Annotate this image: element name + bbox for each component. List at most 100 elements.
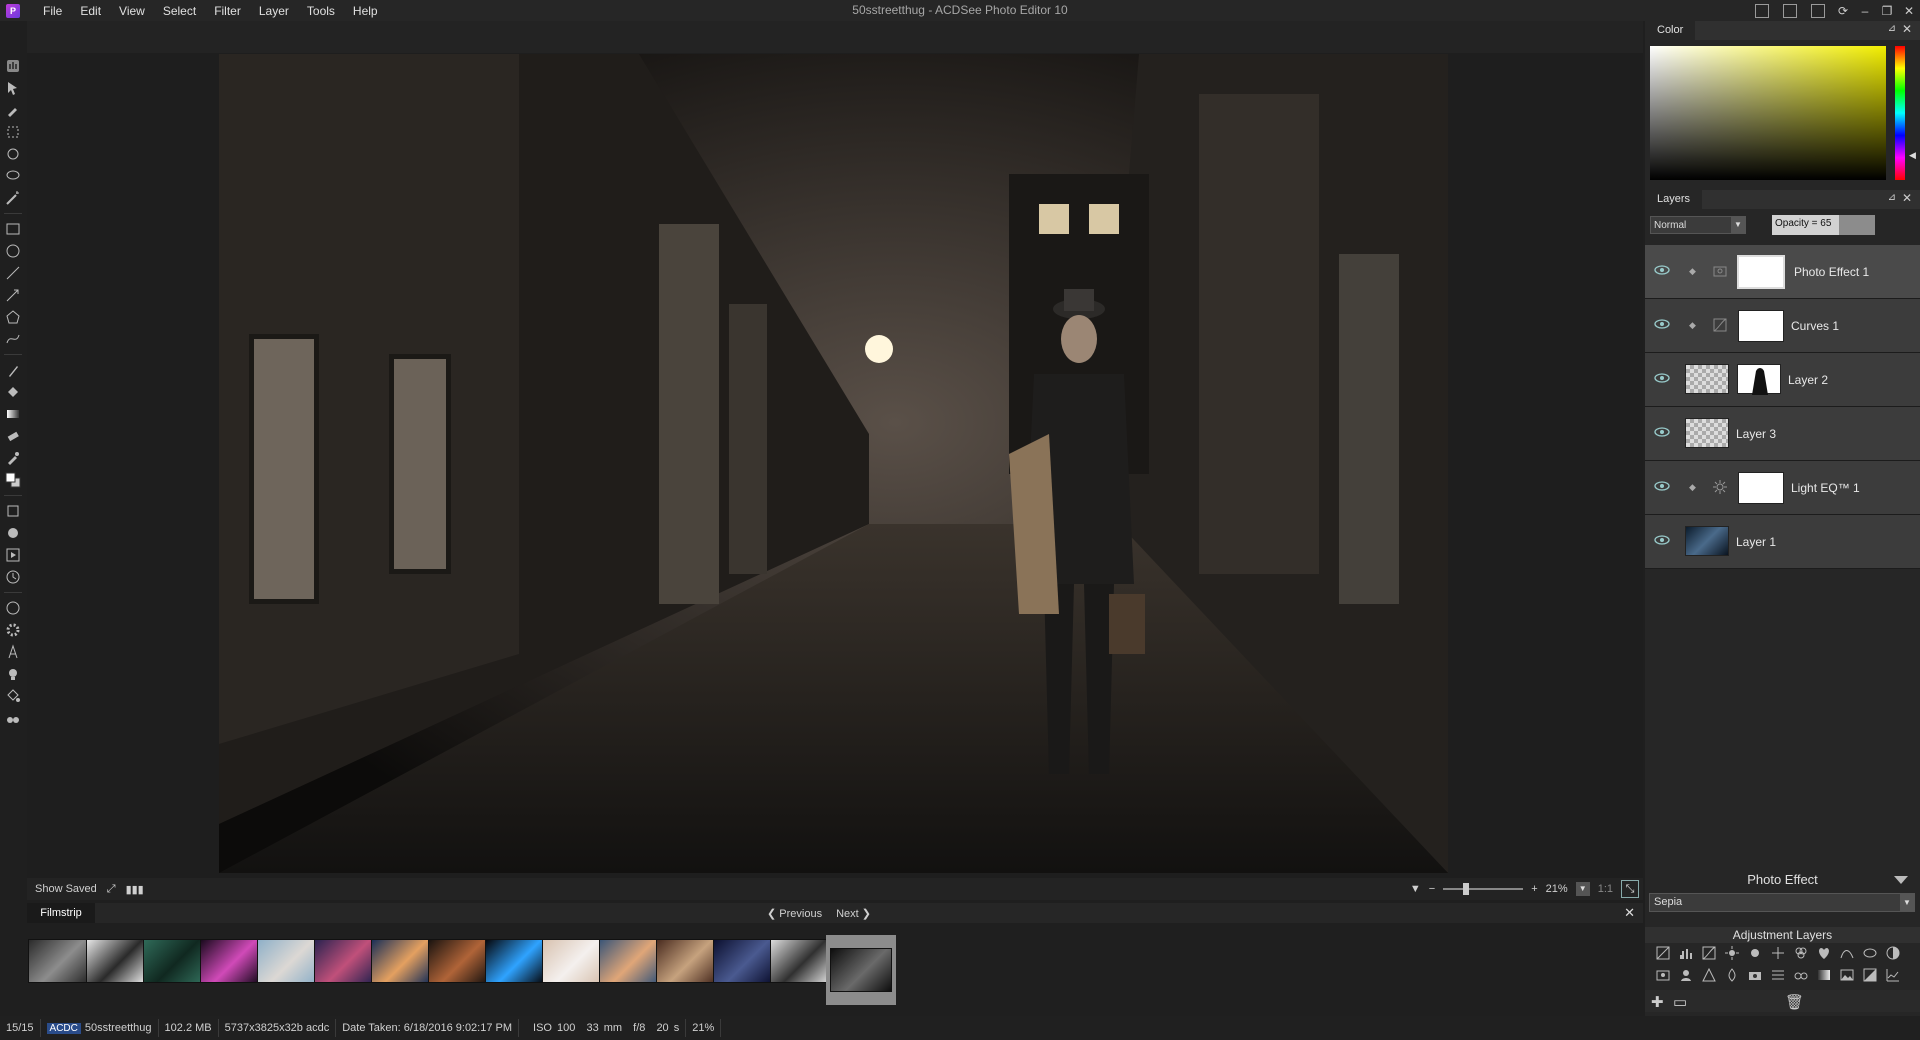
sharpen-icon[interactable] [1701,967,1717,983]
filmstrip-thumbnail[interactable] [826,935,896,1005]
skin-tune-icon[interactable] [1678,967,1694,983]
close-button[interactable]: ✕ [1898,0,1920,21]
link-icon[interactable]: ◆ [1689,320,1696,331]
hue-slider[interactable] [1895,46,1905,180]
visibility-eye-icon[interactable] [1654,372,1670,384]
lasso-tool-icon[interactable] [0,165,26,187]
bucket-tool-icon[interactable] [0,685,26,707]
transform-tool-icon[interactable] [0,121,26,143]
brightness-icon[interactable] [1747,945,1763,961]
delete-layer-icon[interactable]: 🗑 [1785,993,1804,1011]
rotate-tool-icon[interactable] [0,143,26,165]
clock-tool-icon[interactable] [0,566,26,588]
polygon-tool-icon[interactable] [0,306,26,328]
contrast-icon[interactable] [1885,945,1901,961]
camera-raw-icon[interactable] [1747,967,1763,983]
eraser-tool-icon[interactable] [0,425,26,447]
zoom-menu-icon[interactable]: ▼ [1410,883,1421,895]
filmstrip-thumbnail[interactable] [598,935,660,987]
histogram-icon[interactable]: ▮▮▮ [126,883,144,896]
levels-icon[interactable] [1655,945,1671,961]
zoom-slider[interactable] [1443,883,1524,895]
tone-curve-icon[interactable] [1839,945,1855,961]
zoom-out-icon[interactable]: − [1429,883,1435,895]
dehaze-icon[interactable] [1770,967,1786,983]
saturation-icon[interactable] [1724,967,1740,983]
close-icon[interactable]: ✕ [1902,191,1912,205]
text-tool-icon[interactable] [0,641,26,663]
filmstrip-thumbnail[interactable] [712,935,774,987]
photo-effect-adjust-icon[interactable] [1655,967,1671,983]
brush-tool-icon[interactable] [0,359,26,381]
link-icon[interactable]: ◆ [1689,482,1696,493]
brush-select-icon[interactable] [0,99,26,121]
photo-effect-select[interactable]: Sepia ▼ [1649,893,1915,912]
filmstrip-thumbnail[interactable] [313,935,375,987]
zoom-in-icon[interactable]: + [1531,883,1537,895]
repair-tool-icon[interactable] [0,500,26,522]
settings-gear-icon[interactable] [0,619,26,641]
layer-row[interactable]: Layer 1 [1645,515,1920,569]
layer-mask-thumbnail[interactable] [1738,310,1784,342]
visibility-eye-icon[interactable] [1654,480,1670,492]
blend-mode-select[interactable]: Normal ▼ [1650,216,1746,234]
layout-right-icon[interactable] [1811,3,1825,18]
menu-layer[interactable]: Layer [250,4,298,18]
visibility-eye-icon[interactable] [1654,264,1670,276]
app-logo-icon[interactable]: P [6,3,20,18]
layout-bottom-icon[interactable] [1783,3,1797,18]
play-tool-icon[interactable] [0,544,26,566]
hand-tool-icon[interactable] [0,55,26,77]
filmstrip-thumbnail[interactable] [769,935,831,987]
light-tool-icon[interactable] [0,663,26,685]
layer-row[interactable]: Layer 3 [1645,407,1920,461]
minimize-button[interactable]: – [1854,0,1876,21]
binoculars-tool-icon[interactable] [0,707,26,729]
filmstrip-thumbnail[interactable] [484,935,546,987]
filmstrip-thumbnail[interactable] [142,935,204,987]
chart-icon[interactable] [1885,967,1901,983]
visibility-eye-icon[interactable] [1654,318,1670,330]
ellipse-tool-icon[interactable] [0,240,26,262]
close-icon[interactable]: ✕ [1902,22,1912,36]
layer-mask-thumbnail[interactable] [1737,364,1781,395]
fullscreen-icon[interactable]: ⤢ [107,883,116,896]
blur-tool-icon[interactable] [0,522,26,544]
rectangle-tool-icon[interactable] [0,218,26,240]
magic-wand-icon[interactable] [0,187,26,209]
menu-select[interactable]: Select [154,4,205,18]
add-layer-icon[interactable]: ✚ [1651,993,1664,1011]
menu-view[interactable]: View [110,4,154,18]
show-saved-button[interactable]: Show Saved [35,883,97,895]
layer-row[interactable]: ◆ Light EQ™ 1 [1645,461,1920,515]
line-tool-icon[interactable] [0,262,26,284]
histogram-adjust-icon[interactable] [1678,945,1694,961]
filmstrip-thumbnail[interactable] [27,935,89,987]
menu-tools[interactable]: Tools [298,4,344,18]
hue-caret-icon[interactable]: ◀ [1909,150,1916,161]
previous-button[interactable]: ❮ Previous [767,907,822,920]
tab-filmstrip[interactable]: Filmstrip [27,903,95,923]
curves-adjust-icon[interactable] [1701,945,1717,961]
menu-filter[interactable]: Filter [205,4,250,18]
layer-row[interactable]: ◆ Photo Effect 1 [1645,245,1920,299]
restore-button[interactable]: ❐ [1876,0,1898,21]
sync-icon[interactable]: ⟳ [1832,0,1854,21]
landscape-icon[interactable] [1839,967,1855,983]
layer-mask-thumbnail[interactable] [1738,472,1784,504]
layer-thumbnail[interactable] [1685,526,1729,556]
menu-help[interactable]: Help [344,4,387,18]
layer-row[interactable]: ◆ Curves 1 [1645,299,1920,353]
posterize-icon[interactable] [1862,967,1878,983]
filmstrip-thumbnail[interactable] [541,935,603,987]
filmstrip-thumbnail[interactable] [256,935,318,987]
layer-thumbnail[interactable] [1685,364,1729,394]
layer-thumbnail[interactable] [1685,418,1729,448]
move-tool-icon[interactable] [0,77,26,99]
fit-to-screen-icon[interactable]: ⤡ [1621,880,1639,898]
layer-mask-thumbnail[interactable] [1737,255,1785,289]
zoom-slider-handle[interactable] [1463,883,1470,895]
duplicate-layer-icon[interactable]: ▭ [1673,993,1687,1011]
pin-icon[interactable]: ⊿ [1888,23,1896,34]
filmstrip-thumbnail[interactable] [85,935,147,987]
